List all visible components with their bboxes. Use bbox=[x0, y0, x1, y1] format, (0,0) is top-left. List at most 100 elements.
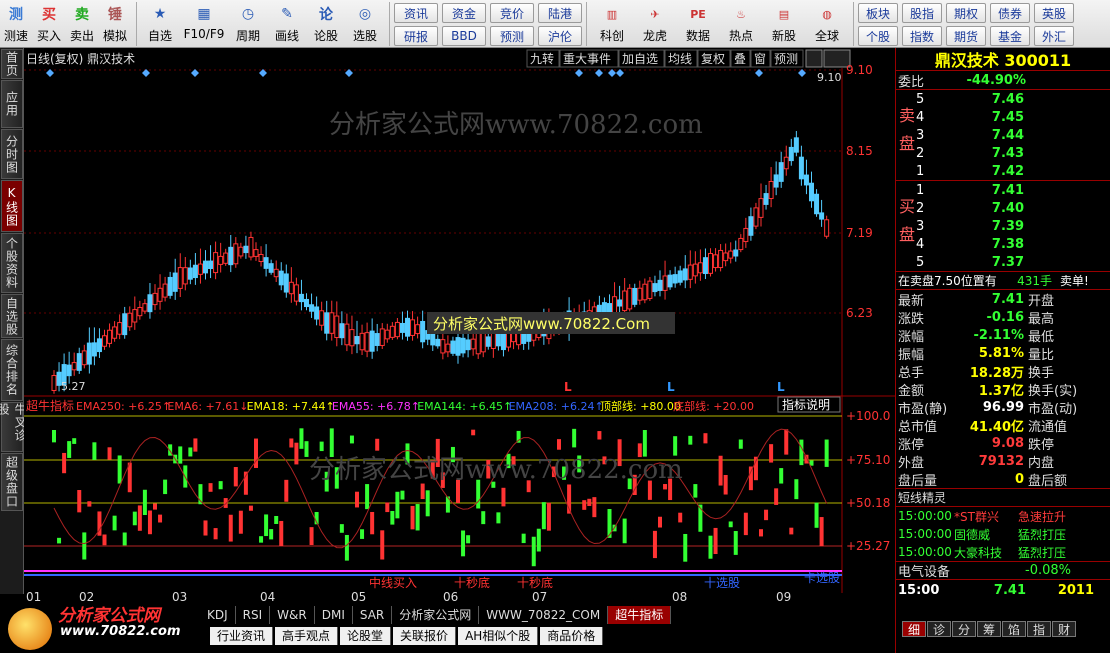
quote-tab[interactable]: 指 bbox=[1027, 621, 1051, 637]
toolbar-0-button[interactable]: 测测速 bbox=[0, 0, 32, 46]
indicator-axis-label: +50.18 bbox=[846, 496, 890, 510]
sector-name: 电气设备 bbox=[898, 565, 951, 580]
indicator-signal-text: 中线买入 bbox=[369, 575, 417, 590]
quote-tab[interactable]: 财 bbox=[1052, 621, 1076, 637]
order-book-row: 5 7.46 bbox=[914, 90, 1110, 108]
toolbar-label: 自选 bbox=[147, 29, 172, 43]
order-level: 3 bbox=[916, 218, 925, 234]
toolbar-button[interactable]: ★ 自选 bbox=[141, 0, 179, 46]
bottom-tab[interactable]: W&R bbox=[270, 606, 315, 624]
info-tab[interactable]: 论股堂 bbox=[340, 627, 392, 645]
toolbar-grid-button[interactable]: 个股 bbox=[858, 26, 898, 46]
kline-chart-area[interactable]: 日线(复权) 鼎汉技术 九转 重大事件 加自选 均线 复权叠窗预测 9.10 8.15 7.… bbox=[24, 48, 895, 608]
toolbar-grid-button[interactable]: 英股 bbox=[1034, 3, 1074, 23]
toolbar-grid-button[interactable]: 竞价 bbox=[490, 3, 534, 23]
toolbar-button[interactable]: ✈ 龙虎 bbox=[634, 0, 676, 46]
toolbar-grid-button[interactable]: 基金 bbox=[990, 26, 1030, 46]
lock-icon[interactable] bbox=[805, 49, 823, 68]
quote-stat-row: 总市值 41.40亿 流通值 bbox=[896, 416, 1110, 435]
bottom-tab[interactable]: RSI bbox=[236, 606, 271, 624]
toolbar-grid-button[interactable]: 资讯 bbox=[394, 3, 438, 23]
stat-label: 外盘 bbox=[898, 455, 925, 471]
quote-stat-row: 盘后量 0 盘后额 bbox=[896, 470, 1110, 489]
quote-tab[interactable]: 分 bbox=[952, 621, 976, 637]
bottom-tab[interactable]: WWW_70822_COM bbox=[479, 606, 609, 624]
info-tab[interactable]: 行业资讯 bbox=[210, 627, 274, 645]
toolbar-1-button[interactable]: 买买入 bbox=[33, 0, 65, 46]
high-price-label: 9.10 bbox=[817, 71, 842, 84]
short-elf-row[interactable]: 15:00:00 大豪科技 猛烈打压 bbox=[896, 543, 1110, 561]
toolbar-button[interactable]: ◷ 周期 bbox=[229, 0, 267, 46]
stat-value: -0.16 bbox=[986, 309, 1024, 325]
chart-top-button-label: 九转 bbox=[530, 51, 554, 66]
leftnav-item[interactable]: 牛叉诊股 bbox=[0, 402, 27, 452]
toolbar-grid-button[interactable]: BBD bbox=[442, 26, 486, 46]
toolbar-grid-button[interactable]: 股指 bbox=[902, 3, 942, 23]
indicator-name: 超牛指标 bbox=[26, 398, 74, 413]
bottom-tab[interactable]: KDJ bbox=[200, 606, 236, 624]
stat-label: 涨跌 bbox=[898, 311, 925, 327]
bottom-tab[interactable]: SAR bbox=[353, 606, 393, 624]
toolbar-label: 测速 bbox=[3, 29, 28, 43]
toolbar-grid-button[interactable]: 资金 bbox=[442, 3, 486, 23]
toolbar-button[interactable]: PE 数据 bbox=[677, 0, 719, 46]
leftnav-item[interactable]: 首页 bbox=[1, 49, 23, 79]
quote-tab[interactable]: 馅 bbox=[1002, 621, 1026, 637]
toolbar-grid-button[interactable]: 研报 bbox=[394, 26, 438, 46]
leftnav-item[interactable]: 个股资料 bbox=[1, 233, 23, 293]
bottom-tab[interactable]: 超牛指标 bbox=[608, 606, 672, 624]
toolbar-grid-button[interactable]: 指数 bbox=[902, 26, 942, 46]
toolbar-3-button[interactable]: 锤模拟 bbox=[99, 0, 131, 46]
stat-label-right: 流通值 bbox=[1028, 419, 1068, 435]
leftnav-item[interactable]: 综合排名 bbox=[1, 339, 23, 401]
quote-tab[interactable]: 细 bbox=[902, 621, 926, 637]
short-elf-row[interactable]: 15:00:00 *ST群兴 急速拉升 bbox=[896, 507, 1110, 525]
toolbar-button[interactable]: ▦ F10/F9 bbox=[180, 0, 228, 46]
leftnav-item[interactable]: K线图 bbox=[1, 180, 23, 232]
price-axis-label: 7.19 bbox=[846, 226, 873, 240]
toolbar-button[interactable]: ♨ 热点 bbox=[720, 0, 762, 46]
order-price: 7.37 bbox=[991, 254, 1024, 270]
short-elf-title: 短线精灵 bbox=[896, 488, 1110, 506]
info-tab[interactable]: 高手观点 bbox=[275, 627, 339, 645]
leftnav-item[interactable]: 超级盘口 bbox=[1, 453, 23, 511]
leftnav-item[interactable]: 应用 bbox=[1, 80, 23, 128]
short-elf-row[interactable]: 15:00:00 固德威 猛烈打压 bbox=[896, 525, 1110, 543]
bottom-tab[interactable]: DMI bbox=[315, 606, 353, 624]
toolbar-grid-button[interactable]: 预测 bbox=[490, 26, 534, 46]
info-tab[interactable]: 关联报价 bbox=[393, 627, 457, 645]
toolbar-grid-button[interactable]: 沪伦 bbox=[538, 26, 582, 46]
order-book-row: 3 7.39 bbox=[914, 217, 1110, 235]
toolbar-button[interactable]: ◎ 选股 bbox=[346, 0, 384, 46]
quote-tab[interactable]: 筹 bbox=[977, 621, 1001, 637]
info-tab[interactable]: 商品价格 bbox=[540, 627, 604, 645]
toolbar-grid-button[interactable]: 债券 bbox=[990, 3, 1030, 23]
leftnav-item[interactable]: 自选股 bbox=[1, 294, 23, 338]
toolbar-icon: 买 bbox=[42, 7, 56, 23]
toolbar-button[interactable]: ✎ 画线 bbox=[268, 0, 306, 46]
order-price: 7.41 bbox=[991, 182, 1024, 198]
toolbar-button[interactable]: ▥ 科创 bbox=[591, 0, 633, 46]
toolbar-button[interactable]: 论论股 bbox=[307, 0, 345, 46]
toolbar-button[interactable]: ▤ 新股 bbox=[763, 0, 805, 46]
toolbar-button[interactable]: ◍ 全球 bbox=[806, 0, 848, 46]
toolbar-grid-button[interactable]: 外汇 bbox=[1034, 26, 1074, 46]
leftnav-item[interactable]: 分时图 bbox=[1, 129, 23, 179]
toolbar-label: 模拟 bbox=[102, 29, 127, 43]
short-elf-action: 急速拉升 bbox=[1018, 509, 1067, 524]
time-axis-label: 08 bbox=[672, 590, 687, 604]
chart-top-button-label: 复权 bbox=[701, 52, 725, 66]
quote-stat-row: 涨停 9.08 跌停 bbox=[896, 434, 1110, 453]
bottom-tab[interactable]: 分析家公式网 bbox=[392, 606, 480, 624]
toolbar-grid-button[interactable]: 期货 bbox=[946, 26, 986, 46]
toolbar-2-button[interactable]: 卖卖出 bbox=[66, 0, 98, 46]
toolbar-grid-button[interactable]: 期权 bbox=[946, 3, 986, 23]
time-axis-label: 03 bbox=[172, 590, 187, 604]
order-price: 7.38 bbox=[991, 236, 1024, 252]
low-price-label: 5.27 bbox=[61, 380, 86, 393]
toolbar-grid-button[interactable]: 陆港 bbox=[538, 3, 582, 23]
toolbar-label: 画线 bbox=[274, 29, 299, 43]
toolbar-grid-button[interactable]: 板块 bbox=[858, 3, 898, 23]
info-tab[interactable]: AH相似个股 bbox=[458, 627, 539, 645]
quote-tab[interactable]: 诊 bbox=[927, 621, 951, 637]
